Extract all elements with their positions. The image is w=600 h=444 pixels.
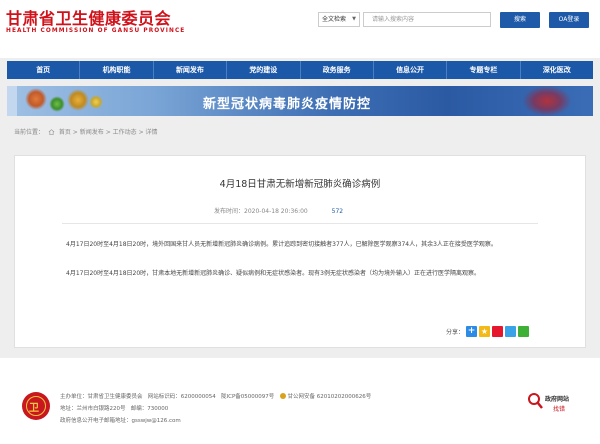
nav-item-functions[interactable]: 机构职能 xyxy=(80,61,154,79)
article-paragraph: 4月17日20时至4月18日20时，境外回国来甘人员无新增新冠肺炎确诊病例。累计… xyxy=(66,241,497,248)
chevron-down-icon: ▼ xyxy=(352,16,356,22)
oa-login-button[interactable]: OA登录 xyxy=(549,12,589,28)
nav-item-disclosure[interactable]: 信息公开 xyxy=(374,61,448,79)
police-badge-icon xyxy=(279,393,286,399)
breadcrumb-separator: > xyxy=(72,129,78,136)
magnifier-icon xyxy=(528,393,543,409)
error-report-sub: 找错 xyxy=(553,406,566,413)
search-input[interactable]: 请输入搜索内容 xyxy=(363,12,491,27)
nav-item-topics[interactable]: 专题专栏 xyxy=(447,61,521,79)
site-footer xyxy=(0,358,600,444)
share-more-icon[interactable]: + xyxy=(466,326,478,337)
search-button[interactable]: 搜索 xyxy=(500,12,540,28)
footer-line-3: 政府信息公开电子邮箱地址：gsswjw@126.com xyxy=(60,416,181,424)
footer-line-2: 地址：兰州市白银路220号 邮编：730000 xyxy=(60,404,168,412)
nav-item-home[interactable]: 首页 xyxy=(7,61,81,79)
main-nav: 首页 机构职能 新闻发布 党的建设 政务服务 信息公开 专题专栏 深化医改 xyxy=(7,61,593,79)
breadcrumb-separator: > xyxy=(105,129,111,136)
qzone-icon[interactable]: ★ xyxy=(479,326,491,337)
footer-site-code: 网站标识码：6200000054 xyxy=(147,394,216,400)
article-divider xyxy=(62,223,538,224)
virus-icon xyxy=(25,88,47,110)
breadcrumb-work[interactable]: 工作动态 xyxy=(113,129,137,136)
footer-icp[interactable]: 陇ICP备05000097号 xyxy=(221,394,274,400)
breadcrumb-detail: 详情 xyxy=(145,129,158,136)
breadcrumb-separator: > xyxy=(138,129,144,136)
weibo-icon[interactable] xyxy=(492,326,504,337)
footer-email: 政府信息公开电子邮箱地址：gsswjw@126.com xyxy=(60,418,181,424)
footer-postcode: 邮编：730000 xyxy=(130,406,169,412)
virus-icon xyxy=(49,96,65,112)
error-report-badge[interactable]: 政府网站 找错 xyxy=(527,391,575,419)
footer-host: 主办单位：甘肃省卫生健康委员会 xyxy=(60,394,143,400)
breadcrumb-home[interactable]: 首页 xyxy=(59,129,71,136)
tencent-weibo-icon[interactable] xyxy=(505,326,517,337)
nav-item-news[interactable]: 新闻发布 xyxy=(154,61,228,79)
site-title[interactable]: 甘肃省卫生健康委员会 xyxy=(6,5,171,29)
footer-address: 地址：兰州市白银路220号 xyxy=(60,406,126,412)
wechat-icon[interactable] xyxy=(518,326,530,337)
nav-item-reform[interactable]: 深化医改 xyxy=(521,61,593,79)
nav-item-services[interactable]: 政务服务 xyxy=(301,61,374,79)
banner-edge xyxy=(7,86,17,116)
emblem-logo: 卫 xyxy=(22,392,50,420)
emblem-mark: 卫 xyxy=(29,403,39,414)
virus-icon xyxy=(67,89,89,111)
view-count: 572 xyxy=(331,208,344,215)
lung-illustration xyxy=(523,86,571,116)
search-scope-select[interactable]: 全文检索 ▼ xyxy=(318,12,360,27)
covid-banner[interactable]: 新型冠状病毒肺炎疫情防控 xyxy=(7,86,593,116)
search-scope-label: 全文检索 xyxy=(322,16,347,23)
breadcrumb-news[interactable]: 新闻发布 xyxy=(80,129,104,136)
site-subtitle: HEALTH COMMISSION OF GANSU PROVINCE xyxy=(6,28,186,34)
published-time: 2020-04-18 20:36:00 xyxy=(244,208,308,215)
error-report-title: 政府网站 xyxy=(545,396,570,403)
share-bar: 分享： + ★ xyxy=(446,326,530,337)
article-paragraph: 4月17日20时至4月18日20时，甘肃本地无新增新冠肺炎确诊、疑似病例和无症状… xyxy=(66,270,480,277)
breadcrumb-label: 当前位置： xyxy=(14,129,45,136)
article-meta: 发布时间：2020-04-18 20:36:00 572 xyxy=(214,206,343,215)
virus-icon xyxy=(89,95,103,109)
home-icon xyxy=(48,129,55,135)
nav-item-party[interactable]: 党的建设 xyxy=(227,61,301,79)
breadcrumb: 当前位置： 首页 > 新闻发布 > 工作动态 > 详情 xyxy=(14,127,158,136)
published-label: 发布时间： xyxy=(214,208,245,215)
footer-police[interactable]: 甘公网安备 62010202000626号 xyxy=(288,394,372,400)
footer-line-1: 主办单位：甘肃省卫生健康委员会 网站标识码：6200000054 陇ICP备05… xyxy=(60,392,371,400)
article-title: 4月18日甘肃无新增新冠肺炎确诊病例 xyxy=(219,179,381,190)
banner-title: 新型冠状病毒肺炎疫情防控 xyxy=(203,97,372,112)
share-label: 分享： xyxy=(446,329,465,336)
site-header: 甘肃省卫生健康委员会 HEALTH COMMISSION OF GANSU PR… xyxy=(0,0,600,58)
